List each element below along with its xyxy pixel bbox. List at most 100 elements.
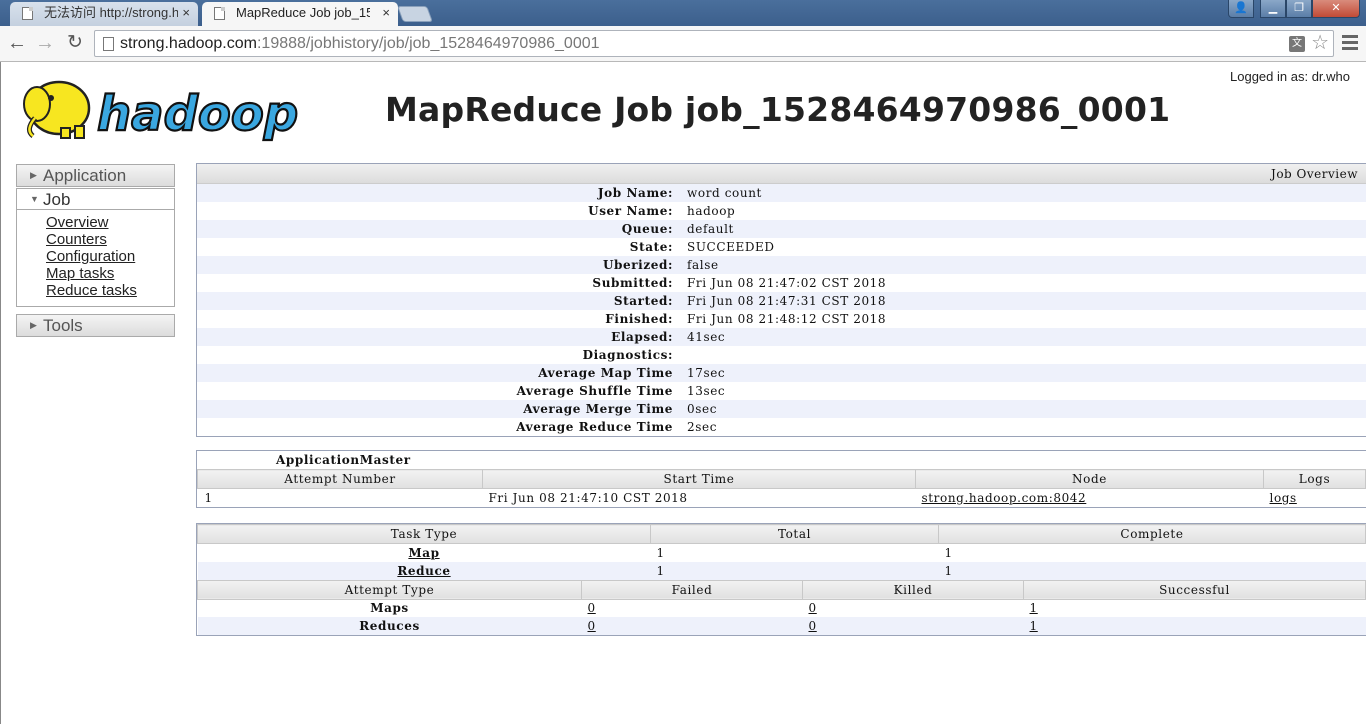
col-failed: Failed: [581, 579, 803, 600]
expand-triangle-icon: ▶: [30, 320, 37, 330]
link-map-tasks[interactable]: Map tasks: [46, 265, 174, 282]
col-total: Total: [650, 524, 939, 544]
overview-row: Finished: Fri Jun 08 21:48:12 CST 2018: [197, 310, 1366, 328]
logo-text: hadoop: [97, 86, 298, 142]
overview-value: Fri Jun 08 21:47:02 CST 2018: [687, 276, 887, 290]
sidebar-head-label: Application: [43, 166, 127, 185]
reduce-task-link[interactable]: Reduce: [397, 564, 450, 578]
reduce-total: 1: [650, 561, 939, 580]
overview-value: SUCCEEDED: [687, 240, 775, 254]
overview-value: default: [687, 222, 734, 236]
col-start-time: Start Time: [482, 469, 916, 489]
table-row: Reduce 1 1: [197, 561, 1366, 580]
close-window-button[interactable]: ✕: [1312, 0, 1360, 18]
map-task-link[interactable]: Map: [408, 546, 439, 560]
back-arrow-icon[interactable]: ←: [4, 30, 30, 56]
maps-successful-link[interactable]: 1: [1030, 601, 1038, 615]
job-links: Overview Counters Configuration Map task…: [17, 210, 174, 306]
application-master-title: ApplicationMaster: [276, 453, 411, 467]
bookmark-star-icon[interactable]: ☆: [1311, 31, 1329, 55]
maps-killed-link[interactable]: 0: [809, 601, 817, 615]
overview-value: 2sec: [687, 420, 718, 434]
col-complete: Complete: [938, 524, 1366, 544]
overview-value: word count: [687, 186, 762, 200]
tab-active[interactable]: MapReduce Job job_15... ×: [202, 2, 398, 26]
overview-row: Average Map Time 17sec: [197, 364, 1366, 382]
overview-key: Started:: [613, 294, 673, 308]
overview-row: State: SUCCEEDED: [197, 238, 1366, 256]
overview-key: Finished:: [605, 312, 673, 326]
overview-row: Elapsed: 41sec: [197, 328, 1366, 346]
attempt-type-maps: Maps: [370, 601, 409, 616]
reduce-complete: 1: [938, 561, 1366, 580]
overview-row: Uberized: false: [197, 256, 1366, 274]
col-attempt-number: Attempt Number: [197, 469, 483, 489]
col-attempt-type: Attempt Type: [197, 579, 582, 600]
col-killed: Killed: [802, 579, 1024, 600]
overview-key: User Name:: [588, 204, 673, 218]
sidebar-head-application[interactable]: ▶ Application: [17, 165, 174, 186]
url-host: strong.hadoop.com: [120, 35, 257, 52]
start-time: Fri Jun 08 21:47:10 CST 2018: [488, 490, 688, 505]
link-reduce-tasks[interactable]: Reduce tasks: [46, 282, 174, 299]
tasks-table: Task Type Total Complete Map 1 1 Reduce …: [196, 523, 1366, 636]
page-icon: [22, 7, 33, 20]
overview-key: State:: [629, 240, 673, 254]
application-master-table: ApplicationMaster Attempt Number Start T…: [196, 450, 1366, 508]
overview-value: hadoop: [687, 204, 736, 218]
url-text[interactable]: strong.hadoop.com:19888/jobhistory/job/j…: [120, 35, 600, 53]
overview-key: Average Merge Time: [523, 402, 673, 416]
sidebar-head-label: Job: [43, 190, 71, 209]
sidebar-head-tools[interactable]: ▶ Tools: [17, 315, 174, 336]
address-bar[interactable]: strong.hadoop.com:19888/jobhistory/job/j…: [94, 30, 1334, 57]
attempt-type-reduces: Reduces: [197, 617, 582, 635]
sidebar-application[interactable]: ▶ Application: [16, 164, 175, 187]
col-task-type: Task Type: [197, 524, 651, 544]
overview-value: 13sec: [687, 384, 726, 398]
overview-value: Fri Jun 08 21:47:31 CST 2018: [687, 294, 887, 308]
reload-icon[interactable]: ↻: [62, 30, 88, 56]
reduces-successful-link[interactable]: 1: [1030, 619, 1038, 633]
hadoop-logo: hadoop: [23, 80, 299, 143]
user-icon[interactable]: 👤: [1228, 0, 1254, 18]
forward-arrow-icon[interactable]: →: [32, 30, 58, 56]
maps-failed-link[interactable]: 0: [588, 601, 596, 615]
logged-in-text: Logged in as: dr.who: [1230, 69, 1350, 84]
sidebar-head-label: Tools: [43, 316, 83, 335]
logs-link[interactable]: logs: [1270, 491, 1297, 505]
table-row: 1 Fri Jun 08 21:47:10 CST 2018 strong.ha…: [198, 489, 1366, 507]
sidebar-head-job[interactable]: ▼ Job: [17, 189, 174, 210]
tab-close-icon[interactable]: ×: [182, 2, 190, 24]
reduces-killed-link[interactable]: 0: [809, 619, 817, 633]
sidebar-job: ▼ Job Overview Counters Configuration Ma…: [16, 188, 175, 307]
overview-value: false: [687, 258, 719, 272]
job-overview-table: Job Overview Job Name: word count User Nam…: [196, 163, 1366, 437]
sidebar-tools[interactable]: ▶ Tools: [16, 314, 175, 337]
tab-label: 无法访问 http://strong.h: [44, 5, 178, 20]
overview-value: 41sec: [687, 330, 726, 344]
overview-key: Job Name:: [597, 186, 673, 200]
table-row: Maps 0 0 1: [198, 599, 1366, 617]
maximize-button[interactable]: ❐: [1286, 0, 1312, 18]
overview-value: Fri Jun 08 21:48:12 CST 2018: [687, 312, 887, 326]
overview-value: 17sec: [687, 366, 726, 380]
link-configuration[interactable]: Configuration: [46, 248, 174, 265]
overview-key: Diagnostics:: [582, 348, 673, 362]
overview-key: Queue:: [621, 222, 673, 236]
reduces-failed-link[interactable]: 0: [588, 619, 596, 633]
node-link[interactable]: strong.hadoop.com:8042: [922, 491, 1087, 505]
link-counters[interactable]: Counters: [46, 231, 174, 248]
page-icon: [103, 37, 114, 51]
minimize-button[interactable]: ▁: [1260, 0, 1286, 18]
tab-inactive[interactable]: 无法访问 http://strong.h ×: [10, 2, 198, 26]
url-path: :19888/jobhistory/job/job_1528464970986_…: [256, 35, 600, 52]
new-tab-button[interactable]: [397, 6, 433, 22]
menu-icon[interactable]: [1342, 35, 1358, 51]
map-complete: 1: [944, 545, 953, 560]
page-content: Logged in as: dr.who hadoop Map Reduce Jo…: [0, 62, 1366, 724]
link-overview[interactable]: Overview: [46, 214, 174, 231]
col-successful: Successful: [1023, 579, 1366, 600]
translate-icon[interactable]: 文: [1289, 36, 1305, 52]
tab-close-icon[interactable]: ×: [382, 2, 390, 24]
col-node: Node: [915, 469, 1264, 489]
